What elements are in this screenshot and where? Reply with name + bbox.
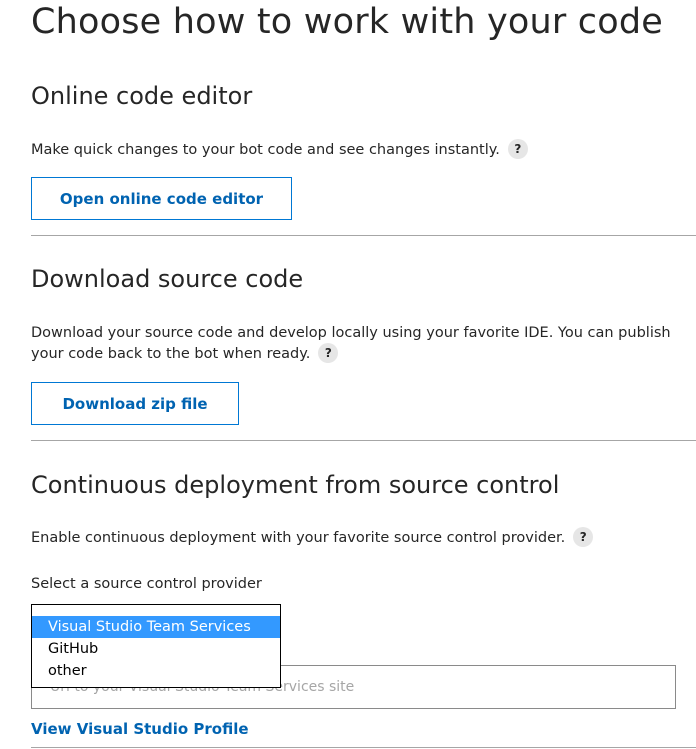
section-divider-3 bbox=[31, 747, 696, 748]
continuous-deployment-help-icon[interactable]: ? bbox=[573, 527, 594, 547]
download-zip-button[interactable]: Download zip file bbox=[31, 382, 239, 425]
page-title: Choose how to work with your code bbox=[31, 2, 663, 42]
provider-dropdown-list[interactable]: Visual Studio Team Services GitHub other bbox=[31, 604, 281, 688]
provider-option-github[interactable]: GitHub bbox=[32, 638, 280, 660]
online-editor-description-text: Make quick changes to your bot code and … bbox=[31, 142, 500, 158]
download-heading: Download source code bbox=[31, 265, 304, 293]
section-divider-2 bbox=[31, 440, 696, 441]
online-editor-help-icon[interactable]: ? bbox=[507, 139, 528, 159]
continuous-deployment-description-text: Enable continuous deployment with your f… bbox=[31, 530, 566, 546]
section-divider-1 bbox=[31, 235, 696, 236]
provider-select-label: Select a source control provider bbox=[31, 576, 262, 592]
download-description: Download your source code and develop lo… bbox=[31, 323, 671, 365]
download-help-icon[interactable]: ? bbox=[318, 343, 339, 363]
download-description-text: Download your source code and develop lo… bbox=[31, 325, 671, 362]
view-vs-profile-link[interactable]: View Visual Studio Profile bbox=[31, 720, 249, 738]
open-online-editor-button[interactable]: Open online code editor bbox=[31, 177, 292, 220]
provider-option-vsts[interactable]: Visual Studio Team Services bbox=[32, 616, 280, 638]
online-editor-heading: Online code editor bbox=[31, 82, 253, 110]
provider-option-other[interactable]: other bbox=[32, 660, 280, 682]
online-editor-description: Make quick changes to your bot code and … bbox=[31, 139, 671, 161]
page: Choose how to work with your code Online… bbox=[0, 0, 696, 749]
continuous-deployment-heading: Continuous deployment from source contro… bbox=[31, 471, 560, 499]
continuous-deployment-description: Enable continuous deployment with your f… bbox=[31, 527, 671, 549]
